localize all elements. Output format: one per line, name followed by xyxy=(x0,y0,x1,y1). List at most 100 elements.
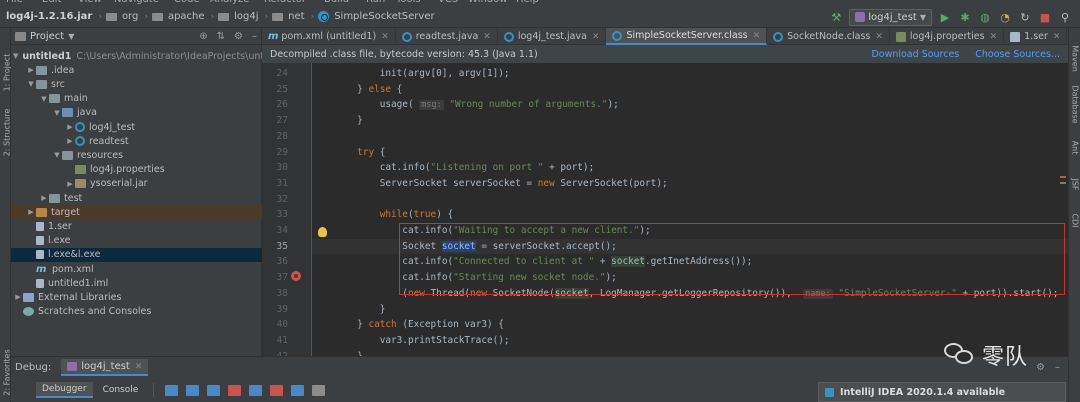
menu-item[interactable]: Code xyxy=(174,0,200,5)
line-number[interactable]: 35 xyxy=(262,239,288,255)
gear-icon[interactable]: ⚙ xyxy=(234,31,243,42)
close-icon[interactable]: ✕ xyxy=(875,32,883,42)
expand-right-icon[interactable]: ▶ xyxy=(65,180,75,188)
update-notification[interactable]: IntelliJ IDEA 2020.1.4 available xyxy=(818,382,1066,402)
coverage-icon[interactable]: ◍ xyxy=(978,10,992,24)
tree-item[interactable]: Scratches and Consoles xyxy=(11,305,262,319)
editor-tab[interactable]: SimpleSocketServer.class ✕ xyxy=(606,28,768,45)
expand-right-icon[interactable]: ▶ xyxy=(13,293,23,301)
tree-item[interactable]: ▶ ysoserial.jar xyxy=(11,177,262,191)
tree-item[interactable]: ▼ java xyxy=(11,106,262,120)
expand-down-icon[interactable]: ▼ xyxy=(52,151,62,159)
line-number[interactable]: 27 xyxy=(262,113,288,129)
search-everywhere-icon[interactable]: ⚲ xyxy=(1058,10,1072,24)
tree-item[interactable]: ▶ test xyxy=(11,191,262,205)
run-icon[interactable]: ▶ xyxy=(938,10,952,24)
expand-down-icon[interactable]: ▼ xyxy=(26,80,36,88)
menu-item[interactable]: Build xyxy=(324,0,349,5)
menu-item[interactable]: View xyxy=(78,0,102,5)
collapse-all-icon[interactable]: ⇅ xyxy=(217,31,225,42)
menu-item[interactable]: Tools xyxy=(396,0,421,5)
step-out-icon[interactable] xyxy=(249,384,263,396)
menu-item[interactable]: Run xyxy=(366,0,385,5)
editor-tab[interactable]: readtest.java ✕ xyxy=(396,28,498,45)
menu-item[interactable]: Help xyxy=(516,0,539,5)
expand-right-icon[interactable]: ▶ xyxy=(26,66,36,74)
tree-item[interactable]: ▼ resources xyxy=(11,148,262,162)
hide-icon[interactable]: – xyxy=(252,31,257,42)
line-number[interactable]: 28 xyxy=(262,129,288,145)
menu-item[interactable]: VCS xyxy=(438,0,458,5)
choose-sources-link[interactable]: Choose Sources... xyxy=(975,49,1060,60)
tree-item[interactable]: ▶ target xyxy=(11,205,262,220)
breadcrumb-item[interactable]: apache › xyxy=(151,11,218,22)
expand-down-icon[interactable]: ▼ xyxy=(52,109,62,117)
tree-item[interactable]: ▶ readtest xyxy=(11,134,262,148)
step-into-icon[interactable] xyxy=(207,384,221,396)
lightbulb-icon[interactable] xyxy=(318,227,327,237)
close-icon[interactable]: ✕ xyxy=(990,32,998,42)
line-number[interactable]: 37 xyxy=(262,270,288,286)
evaluate-expression-icon[interactable] xyxy=(312,384,326,396)
tree-item[interactable]: ▶ .idea xyxy=(11,63,262,77)
run-to-cursor-icon[interactable] xyxy=(291,384,305,396)
debug-bug-icon[interactable]: ✱ xyxy=(958,10,972,24)
hide-icon[interactable]: – xyxy=(1055,362,1060,373)
close-icon[interactable]: ✕ xyxy=(381,32,389,42)
tree-item[interactable]: 1.ser xyxy=(11,219,262,233)
error-stripe-mark[interactable] xyxy=(1060,176,1066,178)
cdi-tool-button[interactable]: CDI xyxy=(1071,186,1080,256)
tree-item[interactable]: ▼ main xyxy=(11,92,262,106)
show-execution-point-icon[interactable] xyxy=(165,384,179,396)
build-hammer-icon[interactable]: ⚒ xyxy=(829,10,843,24)
tree-item[interactable]: l.exe xyxy=(11,234,262,248)
line-number[interactable]: 26 xyxy=(262,97,288,113)
tab-debugger[interactable]: Debugger xyxy=(36,382,93,398)
gear-icon[interactable]: ⚙ xyxy=(1036,362,1045,373)
line-number[interactable]: 25 xyxy=(262,82,288,98)
line-number[interactable]: 36 xyxy=(262,254,288,270)
editor-tab[interactable]: log4j.properties ✕ xyxy=(890,28,1005,45)
line-number[interactable]: 39 xyxy=(262,302,288,318)
close-icon[interactable]: ✕ xyxy=(592,32,600,42)
run-configuration-select[interactable]: log4j_test ▼ xyxy=(849,8,932,26)
expand-right-icon[interactable]: ▶ xyxy=(26,208,36,216)
expand-right-icon[interactable]: ▶ xyxy=(65,123,75,131)
line-number[interactable]: 33 xyxy=(262,207,288,223)
download-sources-link[interactable]: Download Sources xyxy=(871,49,959,60)
menu-item[interactable]: Navigate xyxy=(114,0,159,5)
breadcrumb-item[interactable]: log4j-1.2.16.jar › xyxy=(4,11,106,22)
line-number[interactable]: 34 xyxy=(262,223,288,239)
close-icon[interactable]: ✕ xyxy=(753,31,761,41)
line-number[interactable]: 32 xyxy=(262,192,288,208)
tree-item[interactable]: m pom.xml xyxy=(11,262,262,276)
menu-item[interactable]: Analyze xyxy=(210,0,249,5)
tree-item[interactable]: ▶ log4j_test xyxy=(11,120,262,134)
debug-session-tab[interactable]: log4j_test ✕ xyxy=(61,359,149,376)
profile-icon[interactable]: ◔ xyxy=(998,10,1012,24)
expand-down-icon[interactable]: ▼ xyxy=(13,52,18,60)
breakpoint-icon[interactable] xyxy=(291,271,301,281)
error-stripe-mark[interactable] xyxy=(1060,182,1066,184)
tree-item[interactable]: ▶ External Libraries xyxy=(11,290,262,304)
breadcrumb-item[interactable]: log4j › xyxy=(218,11,272,22)
line-number[interactable]: 30 xyxy=(262,160,288,176)
line-number[interactable]: 24 xyxy=(262,66,288,82)
tree-item[interactable]: ▼ src xyxy=(11,77,262,91)
tree-item[interactable]: l.exe&l.exe xyxy=(11,247,262,262)
expand-down-icon[interactable]: ▼ xyxy=(39,95,49,103)
stop-icon[interactable]: ■ xyxy=(1038,10,1052,24)
editor-tab[interactable]: log4j_test.java ✕ xyxy=(498,28,607,45)
menu-item[interactable]: Refactor xyxy=(264,0,306,5)
breadcrumb-item[interactable]: SimpleSocketServer xyxy=(318,11,436,22)
line-number[interactable]: 31 xyxy=(262,176,288,192)
tree-item[interactable]: log4j.properties xyxy=(11,163,262,177)
tree-item[interactable]: untitled1.iml xyxy=(11,276,262,290)
expand-right-icon[interactable]: ▶ xyxy=(65,137,75,145)
breadcrumb-item[interactable]: net › xyxy=(272,11,318,22)
drop-frame-icon[interactable] xyxy=(270,384,284,396)
editor-tab[interactable]: m pom.xml (untitled1) ✕ xyxy=(262,28,396,45)
expand-right-icon[interactable]: ▶ xyxy=(39,194,49,202)
line-number[interactable]: 40 xyxy=(262,317,288,333)
locate-file-icon[interactable]: ⊕ xyxy=(199,31,207,42)
